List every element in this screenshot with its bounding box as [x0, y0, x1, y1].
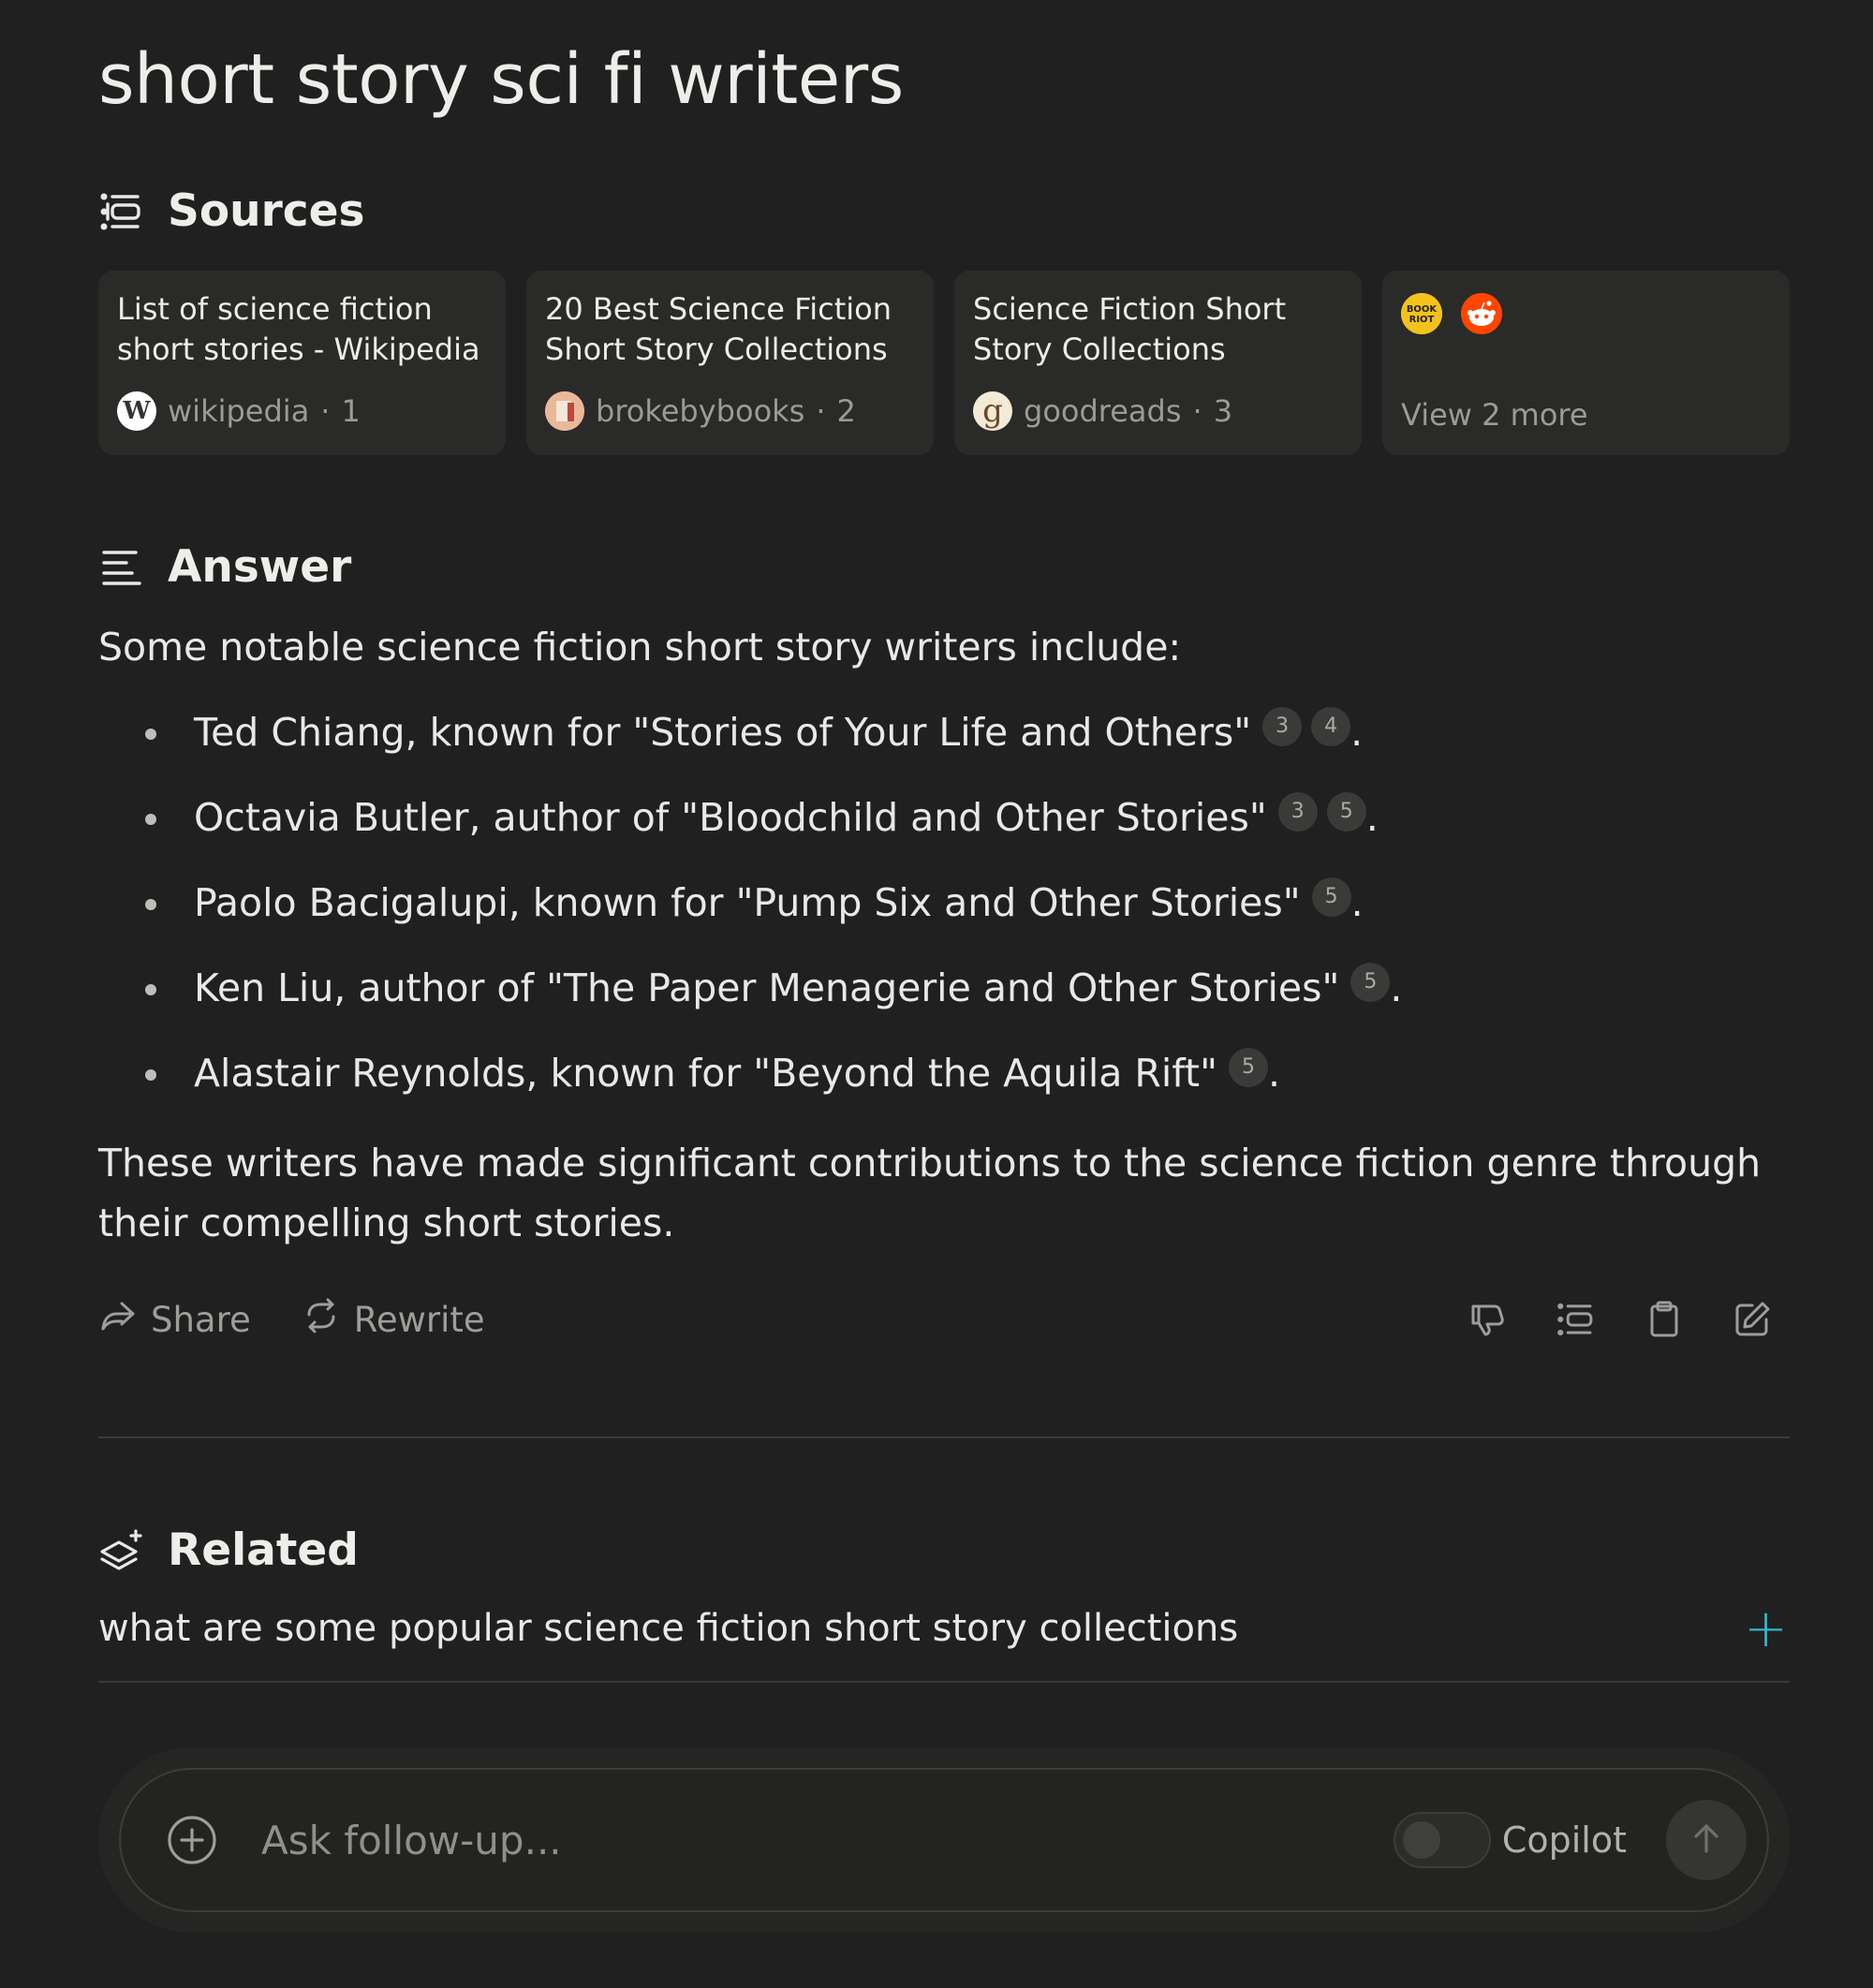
related-question[interactable]: what are some popular science fiction sh…	[98, 1576, 1790, 1683]
period: .	[1350, 710, 1364, 755]
list-item-text: Octavia Butler, author of "Bloodchild an…	[194, 795, 1267, 840]
thumbs-down-icon[interactable]	[1467, 1299, 1509, 1340]
citation-badge[interactable]: 3	[1277, 792, 1318, 832]
source-site: goodreads	[1024, 393, 1182, 429]
sources-heading: Sources	[168, 185, 365, 237]
period: .	[1350, 880, 1364, 925]
copy-icon[interactable]	[1644, 1299, 1685, 1340]
plus-icon: +	[1744, 1598, 1788, 1659]
answer-list: Ted Chiang, known for "Stories of Your L…	[98, 690, 1790, 1116]
answer-actions-left: Share Rewrite	[98, 1296, 485, 1344]
copilot-label: Copilot	[1501, 1819, 1627, 1861]
view-more-sources-card[interactable]: BOOK RIOT View 2 more	[1382, 271, 1790, 455]
share-label: Share	[151, 1299, 251, 1340]
brokebybooks-icon	[545, 391, 584, 431]
source-meta: g goodreads · 3	[973, 391, 1232, 431]
query-title: short story sci fi writers	[98, 39, 904, 120]
source-index: 3	[1213, 393, 1233, 429]
share-icon	[98, 1296, 138, 1344]
list-item: Ken Liu, author of "The Paper Menagerie …	[98, 946, 1790, 1031]
answer-action-bar: Share Rewrite	[98, 1287, 1790, 1352]
source-site: wikipedia	[168, 393, 310, 429]
answer-actions-right	[1467, 1299, 1790, 1340]
source-card-wikipedia[interactable]: List of science fiction short stories - …	[98, 271, 506, 455]
list-item: Alastair Reynolds, known for "Beyond the…	[98, 1031, 1790, 1116]
meta-separator: ·	[1192, 393, 1202, 429]
period: .	[1365, 795, 1379, 840]
answer-outro: These writers have made significant cont…	[98, 1141, 1762, 1245]
arrow-up-icon	[1688, 1819, 1725, 1861]
goodreads-icon: g	[973, 391, 1012, 431]
followup-input[interactable]	[259, 1816, 1394, 1864]
list-item-text: Ted Chiang, known for "Stories of Your L…	[194, 710, 1252, 755]
answer-icon	[98, 544, 145, 591]
section-divider	[98, 1436, 1790, 1438]
source-title: List of science fiction short stories - …	[117, 291, 480, 367]
sources-icon	[98, 188, 145, 235]
source-index: 2	[836, 393, 856, 429]
answer-header: Answer	[98, 541, 1790, 593]
period: .	[1267, 1051, 1280, 1096]
toggle-knob	[1402, 1821, 1440, 1859]
more-sources-icons: BOOK RIOT	[1401, 293, 1771, 334]
citation-badge[interactable]: 3	[1262, 707, 1303, 746]
related-heading: Related	[168, 1524, 359, 1576]
attach-icon[interactable]	[166, 1814, 218, 1866]
view-sources-icon[interactable]	[1556, 1299, 1597, 1340]
meta-separator: ·	[816, 393, 826, 429]
citation-badge[interactable]: 5	[1228, 1048, 1268, 1087]
list-item-text: Alastair Reynolds, known for "Beyond the…	[194, 1051, 1217, 1096]
related-header: Related	[98, 1524, 1790, 1576]
list-item: Paolo Bacigalupi, known for "Pump Six an…	[98, 861, 1790, 946]
book-riot-icon: BOOK RIOT	[1401, 293, 1442, 334]
list-item: Octavia Butler, author of "Bloodchild an…	[98, 775, 1790, 861]
share-button[interactable]: Share	[98, 1296, 251, 1344]
source-title: Science Fiction Short Story Collections	[973, 291, 1287, 367]
followup-container: Copilot	[98, 1747, 1790, 1933]
period: .	[1390, 965, 1403, 1010]
rewrite-label: Rewrite	[353, 1299, 485, 1340]
source-site: brokebybooks	[596, 393, 805, 429]
svg-text:BOOK: BOOK	[1407, 304, 1438, 315]
source-index: 1	[341, 393, 361, 429]
sources-header: Sources	[98, 185, 1790, 237]
citation-badge[interactable]: 5	[1350, 963, 1391, 1002]
rewrite-button[interactable]: Rewrite	[302, 1296, 485, 1344]
source-title: 20 Best Science Fiction Short Story Coll…	[545, 291, 892, 367]
source-card-brokebybooks[interactable]: 20 Best Science Fiction Short Story Coll…	[526, 271, 934, 455]
source-meta: W wikipedia · 1	[117, 391, 361, 431]
citation-badge[interactable]: 5	[1326, 792, 1366, 832]
list-item-text: Ken Liu, author of "The Paper Menagerie …	[194, 965, 1340, 1010]
citation-badge[interactable]: 4	[1311, 707, 1351, 746]
view-more-label: View 2 more	[1401, 397, 1588, 433]
source-meta: brokebybooks · 2	[545, 391, 856, 431]
submit-button[interactable]	[1666, 1800, 1747, 1880]
wikipedia-icon: W	[117, 391, 156, 431]
answer-intro: Some notable science fiction short story…	[98, 625, 1182, 670]
related-icon	[98, 1527, 145, 1574]
page: short story sci fi writers Sources List …	[0, 0, 1873, 1988]
thread-content: short story sci fi writers Sources List …	[98, 0, 1790, 1683]
followup-box: Copilot	[119, 1768, 1769, 1912]
copilot-toggle[interactable]	[1393, 1812, 1491, 1868]
citation-badge[interactable]: 5	[1311, 877, 1351, 917]
sources-row: List of science fiction short stories - …	[98, 271, 1790, 455]
meta-separator: ·	[320, 393, 331, 429]
source-card-goodreads[interactable]: Science Fiction Short Story Collections …	[954, 271, 1362, 455]
list-item: Ted Chiang, known for "Stories of Your L…	[98, 690, 1790, 775]
edit-icon[interactable]	[1732, 1299, 1773, 1340]
svg-text:RIOT: RIOT	[1409, 315, 1435, 325]
list-item-text: Paolo Bacigalupi, known for "Pump Six an…	[194, 880, 1301, 925]
answer-heading: Answer	[168, 541, 352, 593]
related-question-text: what are some popular science fiction sh…	[98, 1607, 1239, 1650]
rewrite-icon	[302, 1296, 341, 1344]
reddit-icon	[1461, 293, 1502, 334]
